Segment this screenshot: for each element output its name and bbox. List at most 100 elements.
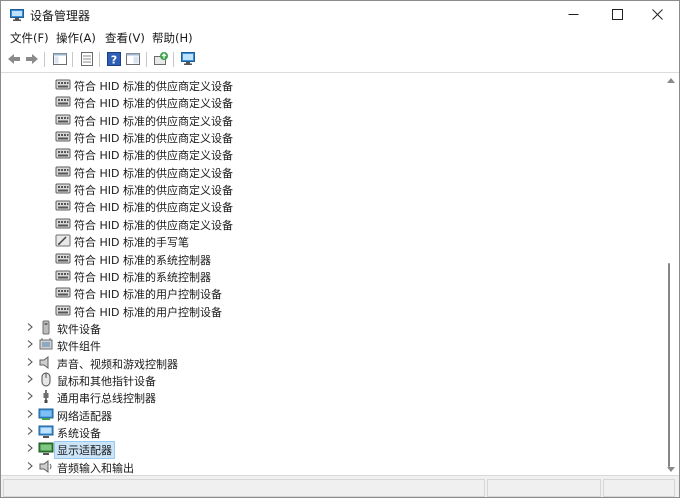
chevron-right-icon[interactable] — [25, 426, 35, 436]
device-list-item[interactable]: 符合 HID 标准的系统控制器 — [1, 267, 664, 284]
hid-device-icon — [55, 148, 71, 159]
toolbar-separator — [72, 52, 73, 67]
device-list-item[interactable]: 符合 HID 标准的用户控制设备 — [1, 302, 664, 319]
category-item[interactable]: 网络适配器 — [1, 406, 664, 423]
category-item[interactable]: 鼠标和其他指针设备 — [1, 371, 664, 388]
hid-device-icon — [55, 183, 71, 194]
device-label: 符合 HID 标准的供应商定义设备 — [74, 149, 233, 163]
category-label: 显示适配器 — [54, 441, 115, 460]
toolbar-separator — [173, 52, 174, 67]
device-list-item[interactable]: 符合 HID 标准的供应商定义设备 — [1, 128, 664, 145]
hid-device-icon — [55, 305, 71, 316]
category-label: 网络适配器 — [57, 409, 112, 423]
usb-icon — [43, 390, 49, 404]
back-icon[interactable] — [6, 51, 22, 67]
chevron-right-icon[interactable] — [25, 322, 35, 332]
category-item[interactable]: 声音、视频和游戏控制器 — [1, 354, 664, 371]
device-label: 符合 HID 标准的系统控制器 — [74, 270, 211, 284]
hid-device-icon — [55, 270, 71, 281]
device-label: 符合 HID 标准的供应商定义设备 — [74, 184, 233, 198]
hid-device-icon — [55, 218, 71, 229]
category-label: 系统设备 — [57, 427, 101, 440]
chevron-right-icon[interactable] — [25, 443, 35, 453]
software-component-icon — [39, 338, 53, 350]
chevron-right-icon[interactable] — [25, 391, 35, 401]
device-list-item[interactable]: 符合 HID 标准的供应商定义设备 — [1, 111, 664, 128]
category-label: 鼠标和其他指针设备 — [57, 374, 156, 388]
chevron-right-icon[interactable] — [25, 461, 35, 471]
device-list-item[interactable]: 符合 HID 标准的供应商定义设备 — [1, 197, 664, 214]
device-label: 符合 HID 标准的手写笔 — [74, 236, 189, 250]
hid-device-icon — [55, 287, 71, 298]
chevron-right-icon[interactable] — [25, 374, 35, 384]
hid-device-icon — [55, 114, 71, 125]
device-label: 符合 HID 标准的供应商定义设备 — [74, 97, 233, 111]
maximize-button[interactable] — [595, 1, 639, 28]
show-hide-console-tree-icon[interactable] — [52, 51, 68, 67]
device-list-item[interactable]: 符合 HID 标准的系统控制器 — [1, 250, 664, 267]
scroll-down-icon[interactable] — [667, 467, 675, 473]
maximize-icon — [611, 9, 623, 20]
menu-file[interactable]: 文件(F) — [10, 30, 49, 46]
device-list-item[interactable]: 符合 HID 标准的供应商定义设备 — [1, 93, 664, 110]
minimize-button[interactable] — [551, 1, 595, 28]
system-device-icon — [38, 425, 54, 438]
close-icon — [651, 9, 663, 20]
scrollbar-thumb[interactable] — [668, 263, 670, 467]
status-cell — [487, 479, 601, 497]
display-adapter-icon — [38, 442, 54, 456]
device-label: 符合 HID 标准的供应商定义设备 — [74, 218, 233, 232]
menu-view[interactable]: 查看(V) — [105, 30, 145, 46]
hid-device-icon — [55, 131, 71, 142]
close-button[interactable] — [635, 1, 679, 28]
network-adapter-icon — [38, 408, 54, 420]
category-label: 软件设备 — [57, 322, 101, 336]
mouse-icon — [41, 372, 51, 387]
device-manager-window: 设备管理器 文件(F) 操作(A) 查看(V) 帮助(H) ? 符合 HID 标… — [0, 0, 680, 498]
window-title: 设备管理器 — [30, 9, 91, 23]
device-label: 符合 HID 标准的供应商定义设备 — [74, 80, 233, 93]
device-list-item[interactable]: 符合 HID 标准的用户控制设备 — [1, 284, 664, 301]
category-item[interactable]: 软件组件 — [1, 336, 664, 353]
update-driver-icon[interactable] — [153, 51, 169, 67]
view-icon[interactable] — [125, 51, 141, 67]
forward-icon[interactable] — [24, 51, 40, 67]
toolbar-separator — [44, 52, 45, 67]
chevron-right-icon[interactable] — [25, 409, 35, 419]
help-icon[interactable]: ? — [106, 51, 122, 67]
status-cell — [603, 479, 675, 497]
vertical-scrollbar[interactable] — [664, 73, 678, 475]
category-item[interactable]: 显示适配器 — [1, 440, 664, 460]
device-label: 符合 HID 标准的供应商定义设备 — [74, 114, 233, 128]
hid-device-icon — [55, 200, 71, 211]
software-device-icon — [42, 320, 50, 335]
chevron-right-icon[interactable] — [25, 339, 35, 349]
category-label: 通用串行总线控制器 — [57, 392, 156, 406]
scan-hardware-changes-icon[interactable] — [180, 51, 196, 67]
hid-device-icon — [55, 96, 71, 107]
minimize-icon — [568, 14, 578, 15]
category-item[interactable]: 软件设备 — [1, 319, 664, 336]
menu-bar: 文件(F) 操作(A) 查看(V) 帮助(H) — [1, 28, 679, 47]
category-label: 软件组件 — [57, 340, 101, 354]
audio-io-icon — [39, 459, 52, 473]
menu-action[interactable]: 操作(A) — [56, 30, 96, 46]
category-item[interactable]: 系统设备 — [1, 423, 664, 440]
scroll-up-icon[interactable] — [667, 77, 675, 83]
menu-help[interactable]: 帮助(H) — [152, 30, 193, 46]
properties-icon[interactable] — [79, 51, 95, 67]
device-list-item[interactable]: 符合 HID 标准的供应商定义设备 — [1, 76, 664, 93]
status-cell — [3, 479, 485, 497]
device-list-item[interactable]: 符合 HID 标准的供应商定义设备 — [1, 180, 664, 197]
category-item[interactable]: 通用串行总线控制器 — [1, 388, 664, 405]
chevron-right-icon[interactable] — [25, 357, 35, 367]
device-manager-icon — [10, 9, 24, 21]
category-item[interactable]: 音频输入和输出 — [1, 458, 664, 475]
device-list-item[interactable]: 符合 HID 标准的供应商定义设备 — [1, 163, 664, 180]
toolbar-separator — [99, 52, 100, 67]
device-list-item[interactable]: 符合 HID 标准的供应商定义设备 — [1, 145, 664, 162]
device-list-item[interactable]: 符合 HID 标准的供应商定义设备 — [1, 215, 664, 232]
title-bar: 设备管理器 — [1, 1, 679, 28]
device-list-item[interactable]: 符合 HID 标准的手写笔 — [1, 232, 664, 249]
pen-device-icon — [55, 234, 71, 247]
